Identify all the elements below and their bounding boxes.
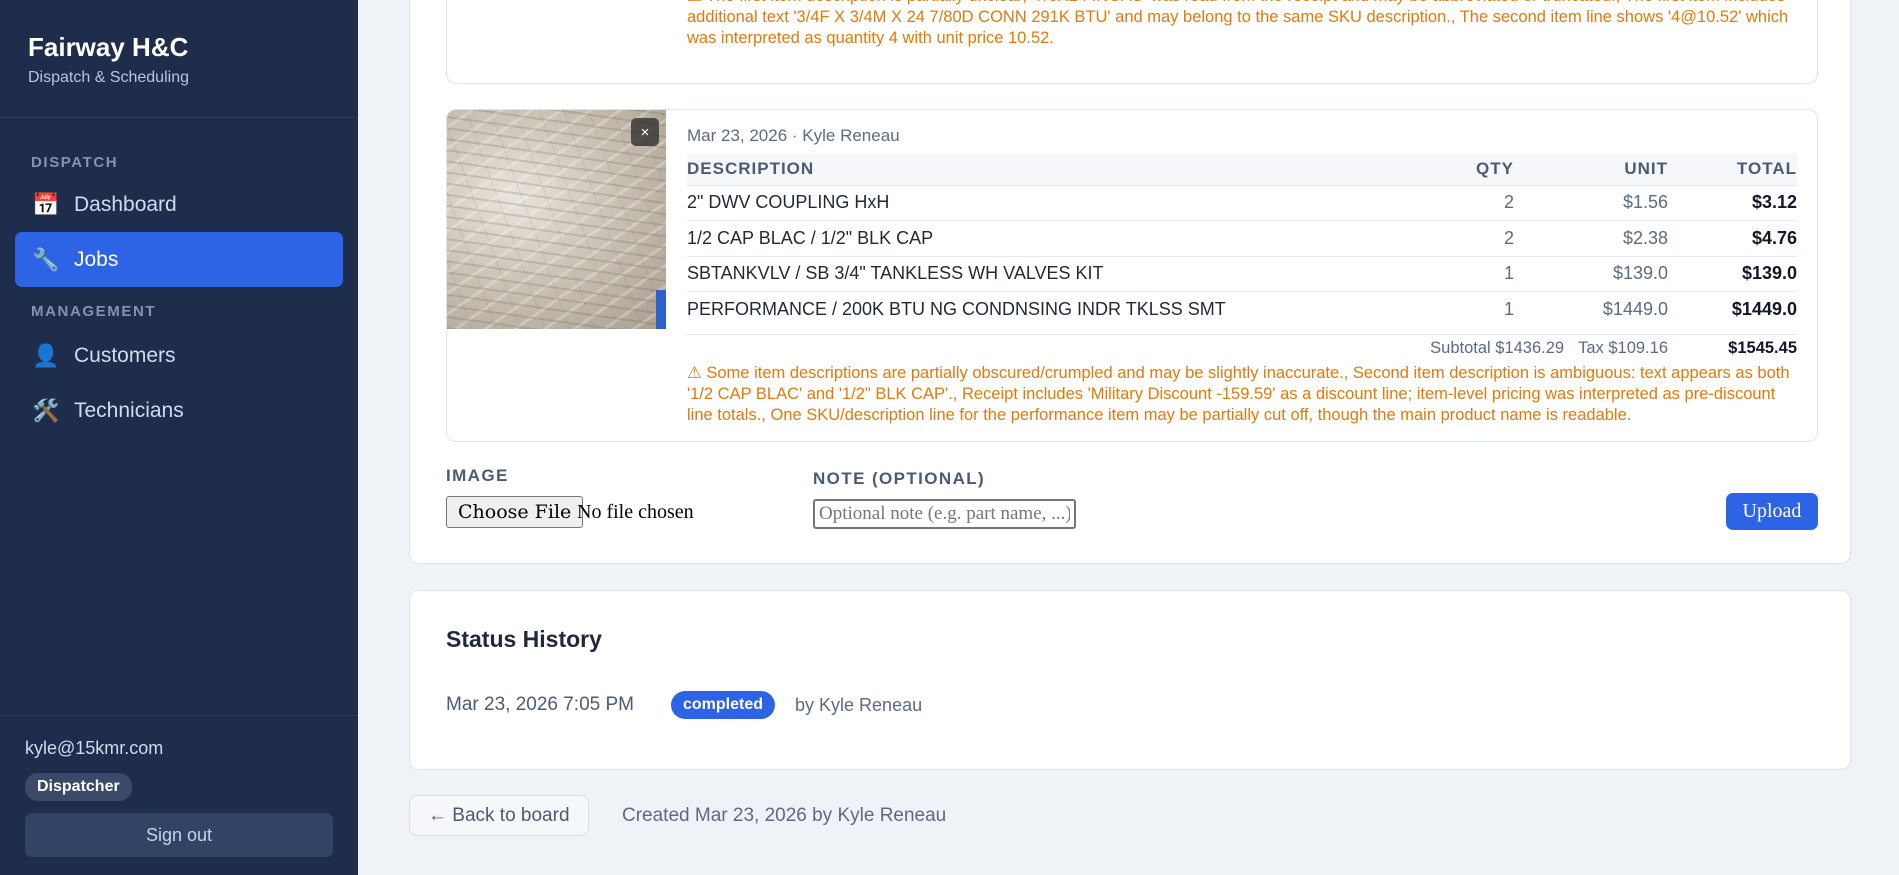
receipt-warning: ⚠ Some item descriptions are partially o…: [687, 364, 1790, 424]
table-row: SBTANKVLV / SB 3/4" TANKLESS WH VALVES K…: [687, 255, 1797, 292]
item-description: 2" DWV COUPLING HxH: [687, 184, 1407, 221]
item-total: $139.0: [1668, 255, 1797, 292]
receipt-tax: Tax $109.16: [1578, 339, 1668, 357]
item-unit-price: $1.56: [1514, 184, 1668, 221]
sidebar-footer: kyle@15kmr.com Dispatcher Sign out: [0, 715, 358, 875]
item-qty: 1: [1407, 291, 1514, 327]
item-total: $4.76: [1668, 220, 1797, 256]
item-total: $1449.0: [1668, 291, 1797, 327]
item-description: PERFORMANCE / 200K BTU NG CONDNSING INDR…: [687, 291, 1407, 327]
status-history-panel: Status History Mar 23, 2026 7:05 PM comp…: [409, 590, 1851, 770]
created-info: Created Mar 23, 2026 by Kyle Reneau: [622, 805, 947, 826]
table-row: 1/2 CAP BLAC / 1/2" BLK CAP 2 $2.38 $4.7…: [687, 220, 1797, 256]
upload-form: IMAGE Choose File No file chosen NOTE (O…: [446, 466, 1818, 536]
remove-receipt-button[interactable]: ×: [631, 118, 659, 146]
sign-out-button[interactable]: Sign out: [25, 813, 333, 857]
receipt-card: ⚠ The first item description is partiall…: [446, 0, 1818, 84]
sidebar-item-jobs[interactable]: 🔧 Jobs: [15, 232, 343, 287]
sidebar-item-technicians[interactable]: 🛠️ Technicians: [15, 383, 343, 438]
status-history-title: Status History: [446, 626, 602, 652]
tools-icon: 🛠️: [32, 397, 60, 423]
note-input[interactable]: [813, 499, 1076, 529]
receipt-card: × Mar 23, 2026 · Kyle Reneau DESCRIPTION…: [446, 109, 1818, 442]
sidebar: Fairway H&C Dispatch & Scheduling DISPAT…: [0, 0, 358, 875]
receipt-meta: Mar 23, 2026 · Kyle Reneau: [687, 126, 900, 145]
column-header-total: TOTAL: [1668, 154, 1797, 185]
nav-section-dispatch: DISPATCH: [31, 154, 119, 171]
item-qty: 2: [1407, 220, 1514, 256]
brand-title: Fairway H&C: [28, 32, 189, 62]
item-total: $3.12: [1668, 184, 1797, 221]
user-icon: 👤: [32, 342, 60, 368]
receipt-items-table: DESCRIPTION QTY UNIT TOTAL 2" DWV COUPLI…: [687, 154, 1797, 327]
nav-section-management: MANAGEMENT: [31, 303, 157, 320]
item-unit-price: $1449.0: [1514, 291, 1668, 327]
column-header-unit: UNIT: [1514, 154, 1668, 185]
receipts-panel: ⚠ The first item description is partiall…: [409, 0, 1851, 564]
receipt-grand-total: $1545.45: [1728, 339, 1797, 357]
receipt-subtotal: Subtotal $1436.29: [1430, 339, 1565, 357]
sidebar-item-label: Technicians: [74, 398, 184, 422]
brand: Fairway H&C Dispatch & Scheduling: [0, 0, 358, 118]
file-status: No file chosen: [577, 501, 694, 523]
status-history-entry: Mar 23, 2026 7:05 PM completed by Kyle R…: [446, 691, 922, 719]
item-qty: 1: [1407, 255, 1514, 292]
status-timestamp: Mar 23, 2026 7:05 PM: [446, 694, 634, 715]
sidebar-item-label: Customers: [74, 343, 176, 367]
status-author: by Kyle Reneau: [795, 694, 923, 715]
table-header-row: DESCRIPTION QTY UNIT TOTAL: [687, 154, 1797, 185]
item-qty: 2: [1407, 184, 1514, 221]
note-label: NOTE (OPTIONAL): [813, 469, 986, 488]
wrench-icon: 🔧: [32, 246, 60, 272]
user-email: kyle@15kmr.com: [25, 738, 164, 758]
sidebar-item-label: Jobs: [74, 247, 119, 271]
column-header-qty: QTY: [1407, 154, 1514, 185]
status-badge: completed: [671, 691, 776, 719]
column-header-description: DESCRIPTION: [687, 154, 1407, 185]
sidebar-item-customers[interactable]: 👤 Customers: [15, 328, 343, 383]
upload-button[interactable]: Upload: [1726, 493, 1818, 530]
item-unit-price: $139.0: [1514, 255, 1668, 292]
table-row: PERFORMANCE / 200K BTU NG CONDNSING INDR…: [687, 291, 1797, 327]
brand-subtitle: Dispatch & Scheduling: [28, 69, 189, 86]
image-label: IMAGE: [446, 466, 509, 485]
sidebar-item-label: Dashboard: [74, 192, 177, 216]
receipt-totals: Subtotal $1436.29 Tax $109.16 $1545.45: [687, 334, 1797, 362]
item-unit-price: $2.38: [1514, 220, 1668, 256]
item-description: SBTANKVLV / SB 3/4" TANKLESS WH VALVES K…: [687, 255, 1407, 292]
role-badge: Dispatcher: [25, 773, 132, 801]
sidebar-item-dashboard[interactable]: 📅 Dashboard: [15, 177, 343, 232]
receipt-warning: ⚠ The first item description is partiall…: [687, 0, 1789, 47]
choose-file-button[interactable]: Choose File: [446, 496, 584, 528]
table-row: 2" DWV COUPLING HxH 2 $1.56 $3.12: [687, 184, 1797, 221]
calendar-icon: 📅: [32, 191, 60, 217]
item-description: 1/2 CAP BLAC / 1/2" BLK CAP: [687, 220, 1407, 256]
back-to-board-button[interactable]: ← Back to board: [409, 795, 589, 836]
